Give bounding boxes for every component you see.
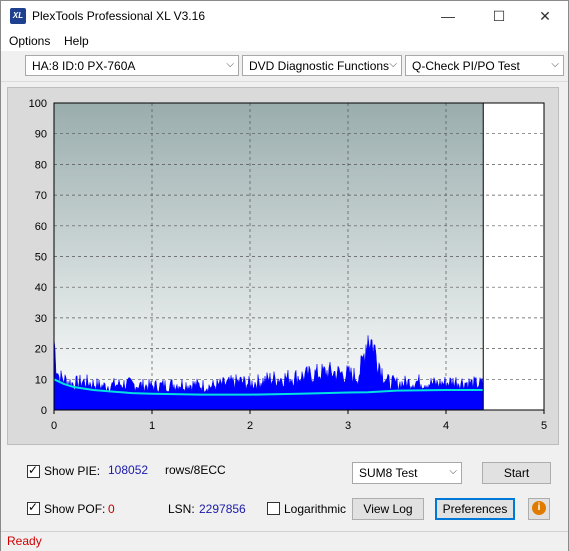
test-select-value: Q-Check PI/PO Test	[412, 59, 520, 73]
menu-options[interactable]: Options	[9, 34, 50, 48]
test-select[interactable]: Q-Check PI/PO Test ⌵	[405, 55, 564, 76]
sum-test-select[interactable]: SUM8 Test ⌵	[352, 462, 462, 484]
start-button[interactable]: Start	[482, 462, 551, 484]
show-pof-checkbox[interactable]	[27, 500, 40, 515]
chevron-down-icon: ⌵	[226, 59, 234, 70]
status-text: Ready	[7, 534, 42, 548]
y-tick-label: 70	[35, 190, 47, 202]
main-window: XL PlexTools Professional XL V3.16 — ☐ ✕…	[0, 0, 569, 551]
x-tick-label: 2	[247, 420, 253, 432]
y-tick-label: 60	[35, 221, 47, 233]
chart-panel: 0 10 20 30 40 50 60 70 80 90 100 0 1 2 3 4 5	[7, 87, 559, 445]
y-tick-label: 0	[41, 405, 47, 417]
menu-bar: Options Help	[1, 31, 568, 51]
drive-select-value: HA:8 ID:0 PX-760A	[32, 59, 136, 73]
minimize-button[interactable]: —	[425, 1, 471, 31]
x-tick-label: 3	[345, 420, 351, 432]
preferences-button[interactable]: Preferences	[435, 498, 515, 520]
y-tick-label: 80	[35, 159, 47, 171]
sum-test-value: SUM8 Test	[359, 466, 418, 480]
toolbar: HA:8 ID:0 PX-760A ⌵ DVD Diagnostic Funct…	[1, 51, 568, 82]
pi-po-chart: 0 10 20 30 40 50 60 70 80 90 100 0 1 2 3 4 5	[29, 98, 547, 432]
control-panel: Show PIE: 108052 rows/8ECC Show POF: 0 L…	[7, 451, 559, 525]
logarithmic-label: Logarithmic	[284, 502, 347, 516]
app-logo-icon: XL	[10, 8, 26, 24]
y-tick-label: 50	[35, 252, 47, 264]
lsn-value: 2297856	[199, 502, 246, 516]
show-pie-checkbox[interactable]	[27, 463, 40, 478]
pof-value: 0	[108, 502, 115, 516]
status-bar: Ready	[1, 531, 568, 551]
y-tick-label: 40	[35, 282, 47, 294]
function-select[interactable]: DVD Diagnostic Functions ⌵	[242, 55, 402, 76]
rows-label: rows/8ECC	[165, 463, 226, 477]
x-tick-label: 0	[51, 420, 57, 432]
menu-help[interactable]: Help	[64, 34, 89, 48]
lsn-label: LSN:	[168, 502, 195, 516]
y-tick-label: 10	[35, 374, 47, 386]
info-button[interactable]: i	[528, 498, 550, 520]
info-icon: i	[532, 501, 546, 515]
pie-value: 108052	[108, 463, 149, 477]
maximize-button[interactable]: ☐	[476, 1, 522, 31]
view-log-button[interactable]: View Log	[352, 498, 424, 520]
logarithmic-checkbox[interactable]	[267, 502, 280, 515]
y-tick-label: 30	[35, 313, 47, 325]
drive-select[interactable]: HA:8 ID:0 PX-760A ⌵	[25, 55, 239, 76]
window-title: PlexTools Professional XL V3.16	[32, 9, 205, 23]
chevron-down-icon: ⌵	[389, 59, 397, 70]
chevron-down-icon: ⌵	[449, 466, 457, 477]
y-tick-label: 90	[35, 129, 47, 141]
chevron-down-icon: ⌵	[551, 59, 559, 70]
show-pie-label: Show PIE:	[44, 464, 101, 478]
function-select-value: DVD Diagnostic Functions	[249, 59, 390, 73]
x-tick-label: 5	[541, 420, 547, 432]
show-pof-label: Show POF:	[44, 502, 106, 516]
x-tick-label: 1	[149, 420, 155, 432]
y-tick-label: 100	[29, 98, 47, 110]
close-button[interactable]: ✕	[522, 1, 568, 31]
y-tick-label: 20	[35, 344, 47, 356]
x-tick-label: 4	[443, 420, 449, 432]
title-bar: XL PlexTools Professional XL V3.16 — ☐ ✕	[1, 1, 568, 31]
